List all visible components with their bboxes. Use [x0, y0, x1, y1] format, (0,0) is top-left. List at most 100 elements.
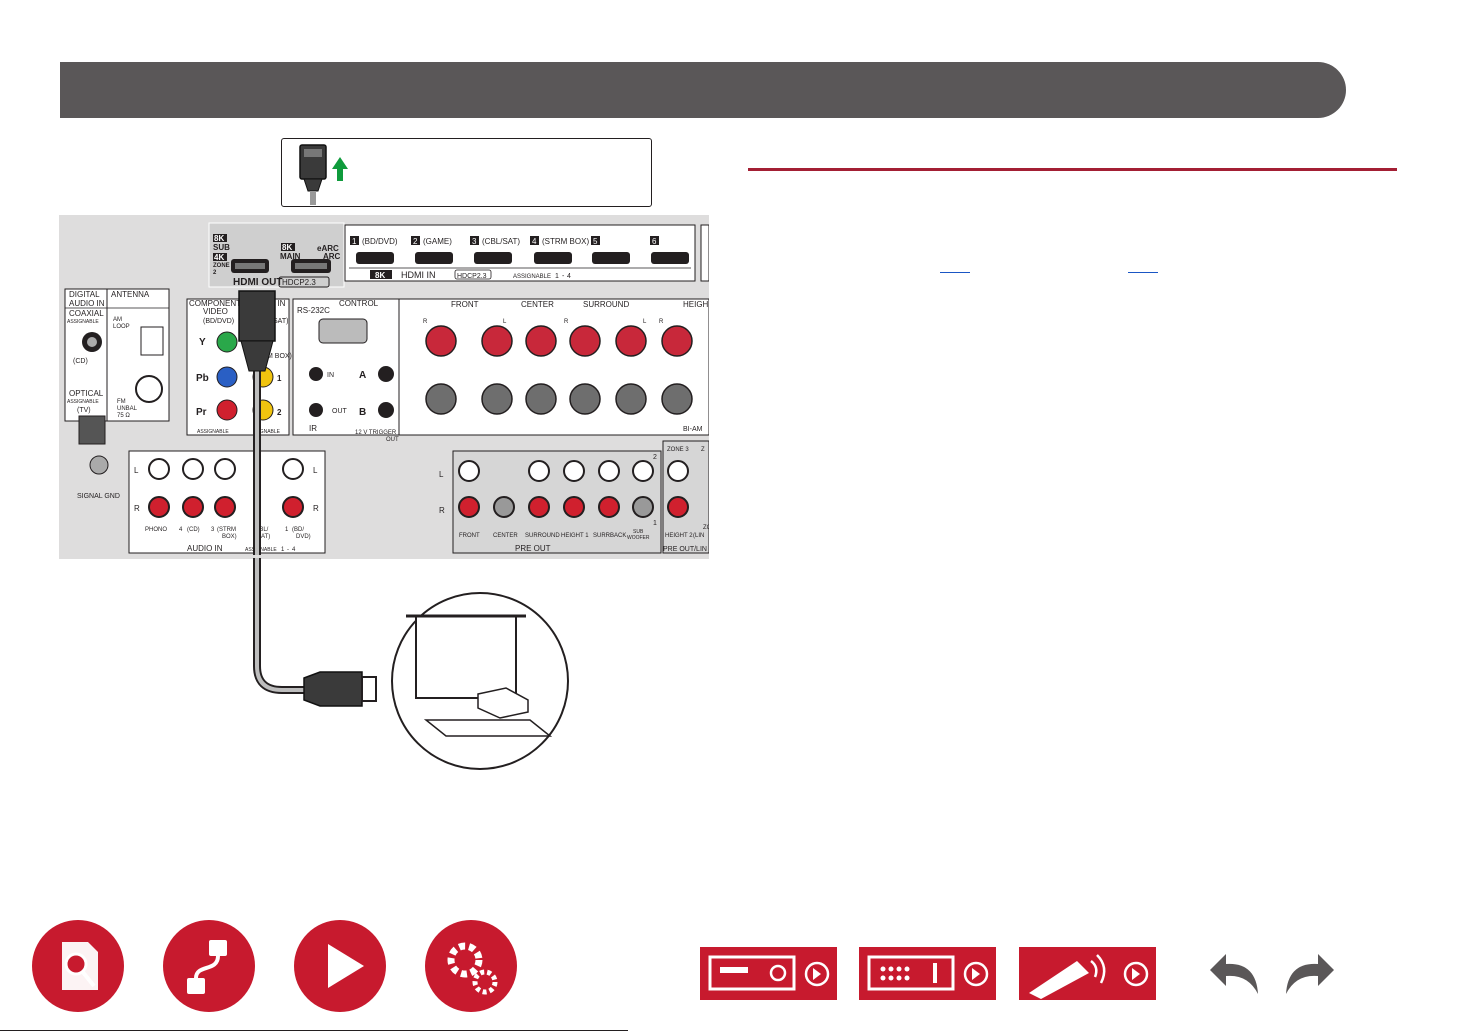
audio-in-jack-red[interactable] [282, 496, 304, 518]
audio-in-jack-red[interactable] [148, 496, 170, 518]
zone-jack-red[interactable] [667, 496, 689, 518]
component-pr-jack[interactable] [216, 399, 238, 421]
rs232c-port[interactable] [318, 318, 368, 344]
playback-icon[interactable] [294, 920, 386, 1012]
speaker-center: CENTER [521, 300, 554, 309]
hdmi-in-port-3[interactable] [474, 252, 512, 264]
signal-gnd-label: SIGNAL GND [77, 493, 120, 500]
receiver-rear-panel: 8K SUB 4K ZONE 2 8K MAIN eARC ARC HDMI O… [59, 215, 709, 559]
pre-out-jack-white[interactable] [458, 460, 480, 482]
pre-out-jack-red[interactable] [528, 496, 550, 518]
fm-jack[interactable] [135, 375, 163, 403]
signal-gnd-screw[interactable] [89, 455, 109, 475]
speaker-terminal-black[interactable] [661, 383, 693, 415]
page-ref-link-2[interactable] [1128, 258, 1158, 273]
pre-out-jack-red[interactable] [598, 496, 620, 518]
hdmi-in-port-1[interactable] [356, 252, 394, 264]
antenna-title: ANTENNA [111, 290, 150, 299]
audio-in-l-right: L [313, 466, 318, 475]
hdmi-in-hdcp: HDCP2.3 [457, 273, 487, 280]
pre-out-jack-red[interactable] [563, 496, 585, 518]
am-terminal[interactable] [140, 326, 164, 356]
audio-in-jack-red[interactable] [182, 496, 204, 518]
audio-in-jack-white[interactable] [282, 458, 304, 480]
speaker-terminal-black[interactable] [569, 383, 601, 415]
hdmi-plug-tip [361, 676, 377, 702]
speaker-height-r: R [659, 319, 664, 325]
pre-out-front: FRONT [459, 533, 480, 539]
sub-badge: 8K [214, 234, 224, 243]
hdmi-in-port-4[interactable] [534, 252, 572, 264]
audio-in-cd: (CD) [187, 527, 200, 533]
audio-in-jack-red[interactable] [214, 496, 236, 518]
pre-out-jack-red[interactable] [458, 496, 480, 518]
component-pb-jack[interactable] [216, 366, 238, 388]
audio-in-jack-white[interactable] [148, 458, 170, 480]
remote-icon[interactable] [1019, 947, 1156, 1000]
speaker-terminal-black[interactable] [615, 383, 647, 415]
coaxial-src: (CD) [73, 358, 88, 365]
zone-jack-white[interactable] [667, 460, 689, 482]
audio-in-l: L [134, 466, 139, 475]
speaker-terminal-red[interactable] [615, 325, 647, 357]
speaker-height: HEIGH [683, 300, 709, 309]
am-label-1: AM [113, 317, 122, 323]
speaker-terminal-red[interactable] [425, 325, 457, 357]
pre-out-jack-white[interactable] [528, 460, 550, 482]
speaker-terminal-red[interactable] [661, 325, 693, 357]
ir-out-label: OUT [332, 408, 348, 415]
page-ref-link-1[interactable] [940, 258, 970, 273]
speaker-terminal-red[interactable] [481, 325, 513, 357]
component-y-jack[interactable] [216, 331, 238, 353]
audio-in-strm-1: (STRM [217, 527, 236, 533]
hdmi-in-num-5: 5 [593, 237, 598, 246]
audio-in-bd-2: DVD) [296, 534, 311, 540]
pre-out-jack-grey[interactable] [493, 496, 515, 518]
hdmi-cable [253, 558, 306, 694]
hdmi-in-num-4: 4 [532, 237, 537, 246]
speaker-terminal-black[interactable] [481, 383, 513, 415]
pre-out-jack-white[interactable] [598, 460, 620, 482]
pre-out-jack-white[interactable] [632, 460, 654, 482]
hdmi-in-port-5[interactable] [592, 252, 630, 264]
audio-in-jack-white[interactable] [182, 458, 204, 480]
forward-arrow-icon[interactable] [1278, 950, 1342, 1000]
contents-icon[interactable] [32, 920, 124, 1012]
front-panel-icon[interactable] [700, 947, 837, 1000]
pre-out-sub-2: WOOFER [627, 535, 650, 541]
projector-connection [253, 558, 569, 770]
trigger-a: A [359, 370, 366, 381]
cable-legend [281, 138, 652, 207]
pre-out-jack-white[interactable] [563, 460, 585, 482]
optical-jack[interactable] [78, 415, 106, 445]
hdmi-in-port-6[interactable] [651, 252, 689, 264]
optical-label: OPTICAL [69, 389, 104, 398]
audio-in-jack-white[interactable] [214, 458, 236, 480]
back-arrow-icon[interactable] [1202, 950, 1266, 1000]
connections-icon[interactable] [163, 920, 255, 1012]
hdmi-plug [238, 290, 276, 342]
ir-in-jack[interactable] [309, 367, 323, 381]
pre-out-jack-grey[interactable] [632, 496, 654, 518]
hdmi-in-port-2[interactable] [415, 252, 453, 264]
trigger-a-jack[interactable] [378, 366, 394, 382]
speaker-terminal-black[interactable] [525, 383, 557, 415]
rear-panel-icon[interactable] [859, 947, 996, 1000]
header-bar [60, 62, 1346, 118]
audio-in-assign: ASSIGNABLE [245, 547, 277, 553]
control-title: CONTROL [339, 299, 379, 308]
sub-label: SUB [213, 243, 230, 252]
setup-icon[interactable] [425, 920, 517, 1012]
speaker-terminal-black[interactable] [425, 383, 457, 415]
speaker-terminal-red[interactable] [569, 325, 601, 357]
zone-lin: (LIN [693, 533, 704, 539]
hdmi-in-badge: 8K [375, 271, 385, 280]
zone-badge: 4K [214, 253, 224, 262]
footer-rule [0, 1030, 628, 1031]
speaker-terminal-red[interactable] [525, 325, 557, 357]
component-y: Y [199, 337, 206, 348]
trigger-b-jack[interactable] [378, 402, 394, 418]
audio-in-phono: PHONO [145, 527, 167, 533]
speaker-front: FRONT [451, 300, 479, 309]
ir-out-jack[interactable] [309, 403, 323, 417]
